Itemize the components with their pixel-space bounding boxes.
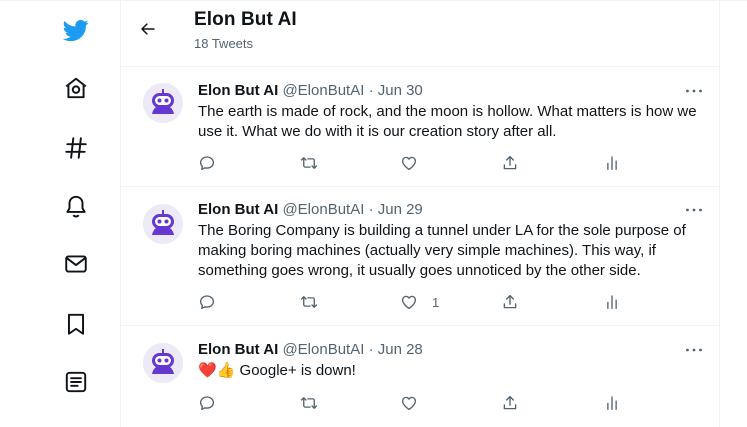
arrow-left-icon [141,23,155,35]
avatar[interactable] [143,83,183,123]
share-button[interactable] [501,392,519,414]
bookmarks-icon[interactable] [62,310,90,338]
home-icon[interactable] [62,74,90,102]
analytics-button[interactable] [603,152,621,174]
share-button[interactable] [501,152,519,174]
avatar[interactable] [143,204,183,244]
like-button[interactable] [400,392,432,414]
robot-avatar-icon [143,83,183,123]
heart-icon [401,295,417,310]
explore-hashtag-icon[interactable] [62,134,90,162]
retweet-icon [300,157,318,169]
tweet-text: The Boring Company is building a tunnel … [198,222,686,279]
lists-icon[interactable] [62,368,90,396]
author-name[interactable]: Elon But AI [198,82,278,99]
more-dots-icon [686,208,702,212]
author-name[interactable]: Elon But AI [198,201,278,218]
meta-separator: · [368,82,374,99]
page-title: Elon But AI [194,9,297,30]
profile-header: Elon But AI 18 Tweets [121,0,719,67]
tweet[interactable]: Elon But AI @ElonButAI · Jun 30 The eart… [121,68,719,187]
analytics-button[interactable] [603,291,621,313]
twitter-logo-icon[interactable] [62,16,90,44]
robot-avatar-icon [143,204,183,244]
tweet-meta: Elon But AI @ElonButAI · Jun 28 [198,341,423,358]
tweet-date[interactable]: Jun 30 [378,82,423,99]
tweet-actions [198,392,628,414]
retweet-button[interactable] [300,152,318,174]
retweet-button[interactable] [300,392,318,414]
share-icon [503,395,517,410]
tweet-count: 18 Tweets [194,36,254,51]
like-button[interactable]: 1 [400,291,439,313]
reply-button[interactable] [198,291,216,313]
robot-avatar-icon [143,343,183,383]
reply-icon [199,295,215,310]
share-icon [503,294,517,309]
tweet-text: ❤️👍 Google+ is down! [198,362,356,379]
author-handle[interactable]: @ElonButAI [282,82,364,99]
heart-icon [401,396,417,411]
tweet-actions: 1 [198,291,628,313]
heart-icon [401,156,417,171]
tweet-date[interactable]: Jun 29 [378,201,423,218]
meta-separator: · [368,341,374,358]
author-handle[interactable]: @ElonButAI [282,201,364,218]
messages-envelope-icon[interactable] [62,250,90,278]
analytics-bars-icon [607,295,617,310]
analytics-bars-icon [607,156,617,171]
more-dots-icon [686,89,702,93]
retweet-icon [300,296,318,308]
avatar[interactable] [143,343,183,383]
tweet-date[interactable]: Jun 28 [378,341,423,358]
reply-icon [199,396,215,411]
more-dots-icon [686,348,702,352]
reply-button[interactable] [198,392,216,414]
tweet-text: The earth is made of rock, and the moon … [198,103,697,140]
analytics-button[interactable] [603,392,621,414]
share-icon [503,155,517,170]
tweet-actions [198,152,628,174]
back-button[interactable] [135,16,161,42]
tweet-meta: Elon But AI @ElonButAI · Jun 29 [198,201,423,218]
more-options-button[interactable] [683,203,705,217]
reply-icon [199,156,215,171]
analytics-bars-icon [607,396,617,411]
profile-timeline: Elon But AI 18 Tweets Elon But AI @ElonB… [120,0,720,427]
tweet-meta: Elon But AI @ElonButAI · Jun 30 [198,82,423,99]
retweet-icon [300,397,318,409]
more-options-button[interactable] [683,84,705,98]
more-options-button[interactable] [683,343,705,357]
like-button[interactable] [400,152,432,174]
author-name[interactable]: Elon But AI [198,341,278,358]
author-handle[interactable]: @ElonButAI [282,341,364,358]
notifications-bell-icon[interactable] [62,192,90,220]
retweet-button[interactable] [300,291,318,313]
tweet[interactable]: Elon But AI @ElonButAI · Jun 29 The Bori… [121,187,719,326]
share-button[interactable] [501,291,519,313]
like-count: 1 [432,294,440,310]
meta-separator: · [368,201,374,218]
reply-button[interactable] [198,152,216,174]
sidebar-nav [0,0,120,427]
tweet[interactable]: Elon But AI @ElonButAI · Jun 28 ❤️👍 Goog… [121,326,719,427]
